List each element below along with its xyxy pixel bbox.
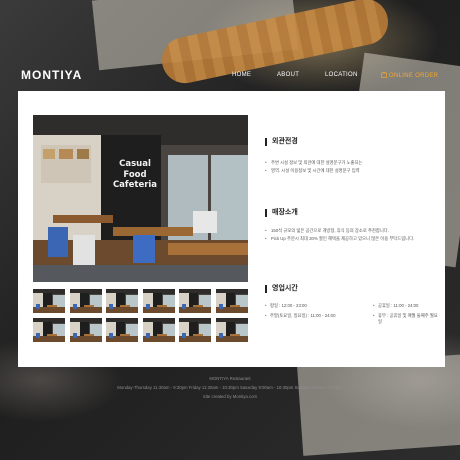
footer-restaurant-name: MONTIYA Restaurant xyxy=(209,376,251,381)
online-order-label: ONLINE ORDER xyxy=(389,73,439,79)
nav-location[interactable]: LOCATION xyxy=(325,72,358,78)
nav-online-order[interactable]: ONLINE ORDER xyxy=(381,71,439,80)
thumbnail[interactable] xyxy=(215,318,248,342)
hours-section: 영업시간 xyxy=(265,285,435,293)
thumbnail-gallery xyxy=(33,289,248,343)
store-info-list: 150석 규모의 넓은 공간으로 개방형, 휴식 등의 장소로 추천합니다. P… xyxy=(265,227,435,243)
hours-cell: 휴무 : 공휴일 및 매월 둘째주 월요일 xyxy=(373,313,440,325)
sign-line: Food xyxy=(123,169,147,180)
content-card: Casual Food Cafeteria 외관전경 주변 시설 정보 및 외관… xyxy=(18,91,445,367)
sign-line: Cafeteria xyxy=(112,180,158,190)
nav-about[interactable]: ABOUT xyxy=(277,72,299,78)
thumbnail[interactable] xyxy=(69,289,102,313)
thumbnail[interactable] xyxy=(142,318,175,342)
hours-cell: 주말(토요일, 일요일) : 11:00 - 24:00 xyxy=(265,313,335,319)
thumbnail[interactable] xyxy=(142,289,175,313)
hours-cell: 공휴일 : 11:00 - 24:00 xyxy=(373,303,418,309)
hours-row: 평일 : 12:00 - 23:00 공휴일 : 11:00 - 24:00 xyxy=(265,303,440,313)
footer-hours: Monday-Thursday 11:30am - 9:30pm Friday … xyxy=(117,385,343,390)
thumbnail[interactable] xyxy=(69,318,102,342)
list-item: Pick Up 주문시 최대 30% 할인 혜택을 제공하고 있으니 많은 이용… xyxy=(265,235,435,243)
footer-credit: Site created by Montiya.com xyxy=(202,394,258,399)
main-photo[interactable]: Casual Food Cafeteria xyxy=(33,115,248,282)
list-item: 영역. 시설 이용정보 및 시간에 대한 설명문구 입력 xyxy=(265,167,435,175)
list-item: 주변 시설 정보 및 외관에 대한 설명문구가 노출되는 xyxy=(265,159,435,167)
thumbnail[interactable] xyxy=(33,318,65,342)
newspaper-decoration xyxy=(297,354,460,456)
top-navigation: MONTIYA HOME ABOUT LOCATION ONLINE ORDER xyxy=(0,64,460,88)
list-item: 150석 규모의 넓은 공간으로 개방형, 휴식 등의 장소로 추천합니다. xyxy=(265,227,435,235)
site-footer: MONTIYA Restaurant Monday-Thursday 11:30… xyxy=(0,374,460,401)
section-title: 매장소개 xyxy=(265,209,435,217)
store-section: 매장소개 150석 규모의 넓은 공간으로 개방형, 휴식 등의 장소로 추천합… xyxy=(265,209,435,243)
thumbnail[interactable] xyxy=(33,289,65,313)
section-title: 외관전경 xyxy=(265,138,435,146)
section-title: 영업시간 xyxy=(265,285,435,293)
hours-table: 평일 : 12:00 - 23:00 공휴일 : 11:00 - 24:00 주… xyxy=(265,303,440,325)
exterior-section: 외관전경 주변 시설 정보 및 외관에 대한 설명문구가 노출되는 영역. 시설… xyxy=(265,138,435,175)
thumbnail[interactable] xyxy=(179,289,211,313)
thumbnail[interactable] xyxy=(179,318,211,342)
site-logo[interactable]: MONTIYA xyxy=(21,68,82,82)
thumbnail[interactable] xyxy=(215,289,248,313)
hours-cell: 평일 : 12:00 - 23:00 xyxy=(265,303,307,309)
sign-line: Casual xyxy=(119,159,151,169)
cafeteria-sign: Casual Food Cafeteria xyxy=(111,159,159,191)
cart-icon xyxy=(381,71,387,80)
nav-home[interactable]: HOME xyxy=(232,72,251,78)
hours-row: 주말(토요일, 일요일) : 11:00 - 24:00 휴무 : 공휴일 및 … xyxy=(265,313,440,325)
thumbnail[interactable] xyxy=(106,318,138,342)
exterior-info-list: 주변 시설 정보 및 외관에 대한 설명문구가 노출되는 영역. 시설 이용정보… xyxy=(265,159,435,175)
thumbnail[interactable] xyxy=(106,289,138,313)
